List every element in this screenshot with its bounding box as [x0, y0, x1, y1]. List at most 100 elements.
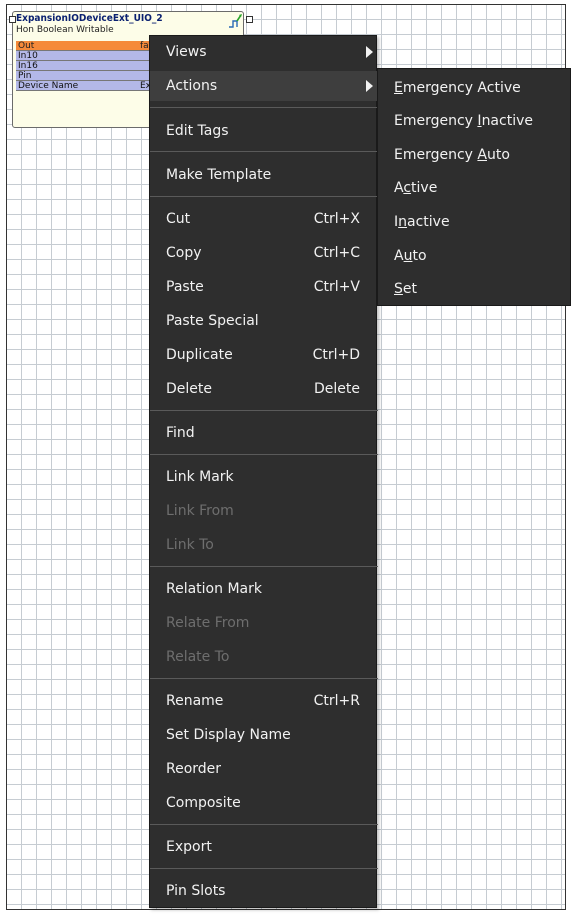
menu-item-link-to: Link To — [150, 530, 378, 560]
menu-item-label: Paste — [166, 279, 204, 295]
label-start: Emergency — [394, 147, 478, 163]
menu-item-label: Set Display Name — [166, 727, 291, 743]
submenu-item-auto[interactable]: Auto — [378, 241, 572, 271]
slot-name: In16 — [18, 61, 38, 71]
menu-separator — [150, 824, 378, 825]
menu-item-edit-tags[interactable]: Edit Tags — [150, 116, 378, 146]
slot-name: In10 — [18, 51, 38, 61]
label-rest: nactive — [481, 113, 533, 129]
submenu-arrow-icon — [366, 46, 373, 58]
menu-item-cut[interactable]: Cut Ctrl+X — [150, 204, 378, 234]
menu-item-label: Reorder — [166, 761, 222, 777]
menu-item-link-mark[interactable]: Link Mark — [150, 462, 378, 492]
menu-item-rename[interactable]: Rename Ctrl+R — [150, 686, 378, 716]
menu-item-set-display-name[interactable]: Set Display Name — [150, 720, 378, 750]
menu-item-copy[interactable]: Copy Ctrl+C — [150, 238, 378, 268]
menu-separator — [150, 410, 378, 411]
menu-item-label: Find — [166, 425, 195, 441]
menu-item-label: Link Mark — [166, 469, 234, 485]
mnemonic: E — [394, 80, 403, 96]
menu-item-label: Copy — [166, 245, 202, 261]
menu-item-label: Composite — [166, 795, 241, 811]
menu-separator — [150, 196, 378, 197]
label-start: A — [394, 248, 404, 264]
submenu-item-emergency-active[interactable]: Emergency Active — [378, 73, 572, 103]
menu-item-reorder[interactable]: Reorder — [150, 754, 378, 784]
writable-link-icon — [229, 14, 242, 28]
submenu-item-label: Active — [394, 173, 437, 203]
submenu-arrow-icon — [366, 80, 373, 92]
output-pin-handle[interactable] — [246, 16, 253, 23]
context-menu: Views Actions Edit Tags Make Template Cu… — [149, 35, 378, 908]
menu-item-pin-slots[interactable]: Pin Slots — [150, 876, 378, 906]
menu-item-label: Paste Special — [166, 313, 259, 329]
submenu-item-label: Emergency Auto — [394, 140, 510, 170]
mnemonic: c — [403, 180, 412, 196]
submenu-item-emergency-auto[interactable]: Emergency Auto — [378, 140, 572, 170]
shortcut-label: Delete — [314, 381, 360, 397]
menu-item-actions[interactable]: Actions — [150, 71, 378, 101]
menu-item-label: Pin Slots — [166, 883, 226, 899]
menu-item-make-template[interactable]: Make Template — [150, 160, 378, 190]
label-rest: tive — [411, 180, 438, 196]
shortcut-label: Ctrl+C — [313, 245, 360, 261]
mnemonic: n — [398, 214, 408, 230]
submenu-item-label: Auto — [394, 241, 427, 271]
menu-item-duplicate[interactable]: Duplicate Ctrl+D — [150, 340, 378, 370]
label-start: Emergency — [394, 113, 478, 129]
menu-separator — [150, 566, 378, 567]
menu-item-delete[interactable]: Delete Delete — [150, 374, 378, 404]
label-start: A — [394, 180, 404, 196]
menu-separator — [150, 868, 378, 869]
menu-item-label: Actions — [166, 78, 218, 94]
menu-item-label: Relate To — [166, 649, 230, 665]
submenu-item-set[interactable]: Set — [378, 274, 572, 304]
menu-item-paste-special[interactable]: Paste Special — [150, 306, 378, 336]
label-rest: mergency Active — [402, 80, 521, 96]
menu-item-label: Make Template — [166, 167, 272, 183]
menu-item-label: Relate From — [166, 615, 250, 631]
menu-item-composite[interactable]: Composite — [150, 788, 378, 818]
menu-item-views[interactable]: Views — [150, 37, 378, 67]
menu-item-relate-to: Relate To — [150, 642, 378, 672]
submenu-item-emergency-inactive[interactable]: Emergency Inactive — [378, 106, 572, 136]
shortcut-label: Ctrl+R — [313, 693, 360, 709]
menu-item-paste[interactable]: Paste Ctrl+V — [150, 272, 378, 302]
submenu-item-label: Set — [394, 274, 417, 304]
submenu-item-label: Emergency Active — [394, 73, 521, 103]
submenu-item-label: Emergency Inactive — [394, 106, 533, 136]
menu-item-label: Cut — [166, 211, 191, 227]
shortcut-label: Ctrl+V — [313, 279, 360, 295]
menu-item-link-from: Link From — [150, 496, 378, 526]
menu-item-relation-mark[interactable]: Relation Mark — [150, 574, 378, 604]
menu-item-label: Edit Tags — [166, 123, 229, 139]
menu-item-label: Relation Mark — [166, 581, 262, 597]
submenu-item-label: Inactive — [394, 207, 450, 237]
block-type: Hon Boolean Writable — [16, 25, 114, 35]
label-rest: to — [412, 248, 427, 264]
menu-separator — [150, 151, 378, 152]
slot-name: Pin — [18, 71, 32, 81]
mnemonic: S — [394, 281, 403, 297]
label-rest: active — [407, 214, 450, 230]
menu-item-export[interactable]: Export — [150, 832, 378, 862]
menu-item-label: Rename — [166, 693, 224, 709]
label-rest: et — [402, 281, 417, 297]
menu-item-find[interactable]: Find — [150, 418, 378, 448]
menu-item-label: Link From — [166, 503, 234, 519]
menu-item-label: Link To — [166, 537, 214, 553]
menu-item-label: Duplicate — [166, 347, 233, 363]
menu-item-label: Export — [166, 839, 212, 855]
menu-item-label: Delete — [166, 381, 212, 397]
shortcut-label: Ctrl+D — [312, 347, 360, 363]
mnemonic: A — [477, 147, 487, 163]
input-pin-handle[interactable] — [9, 16, 16, 23]
menu-item-relate-from: Relate From — [150, 608, 378, 638]
label-rest: uto — [487, 147, 510, 163]
submenu-item-inactive[interactable]: Inactive — [378, 207, 572, 237]
slot-name: Out — [18, 41, 35, 51]
menu-separator — [150, 107, 378, 108]
menu-separator — [150, 454, 378, 455]
block-title: ExpansionIODeviceExt_UIO_2 — [16, 13, 163, 24]
submenu-item-active[interactable]: Active — [378, 173, 572, 203]
